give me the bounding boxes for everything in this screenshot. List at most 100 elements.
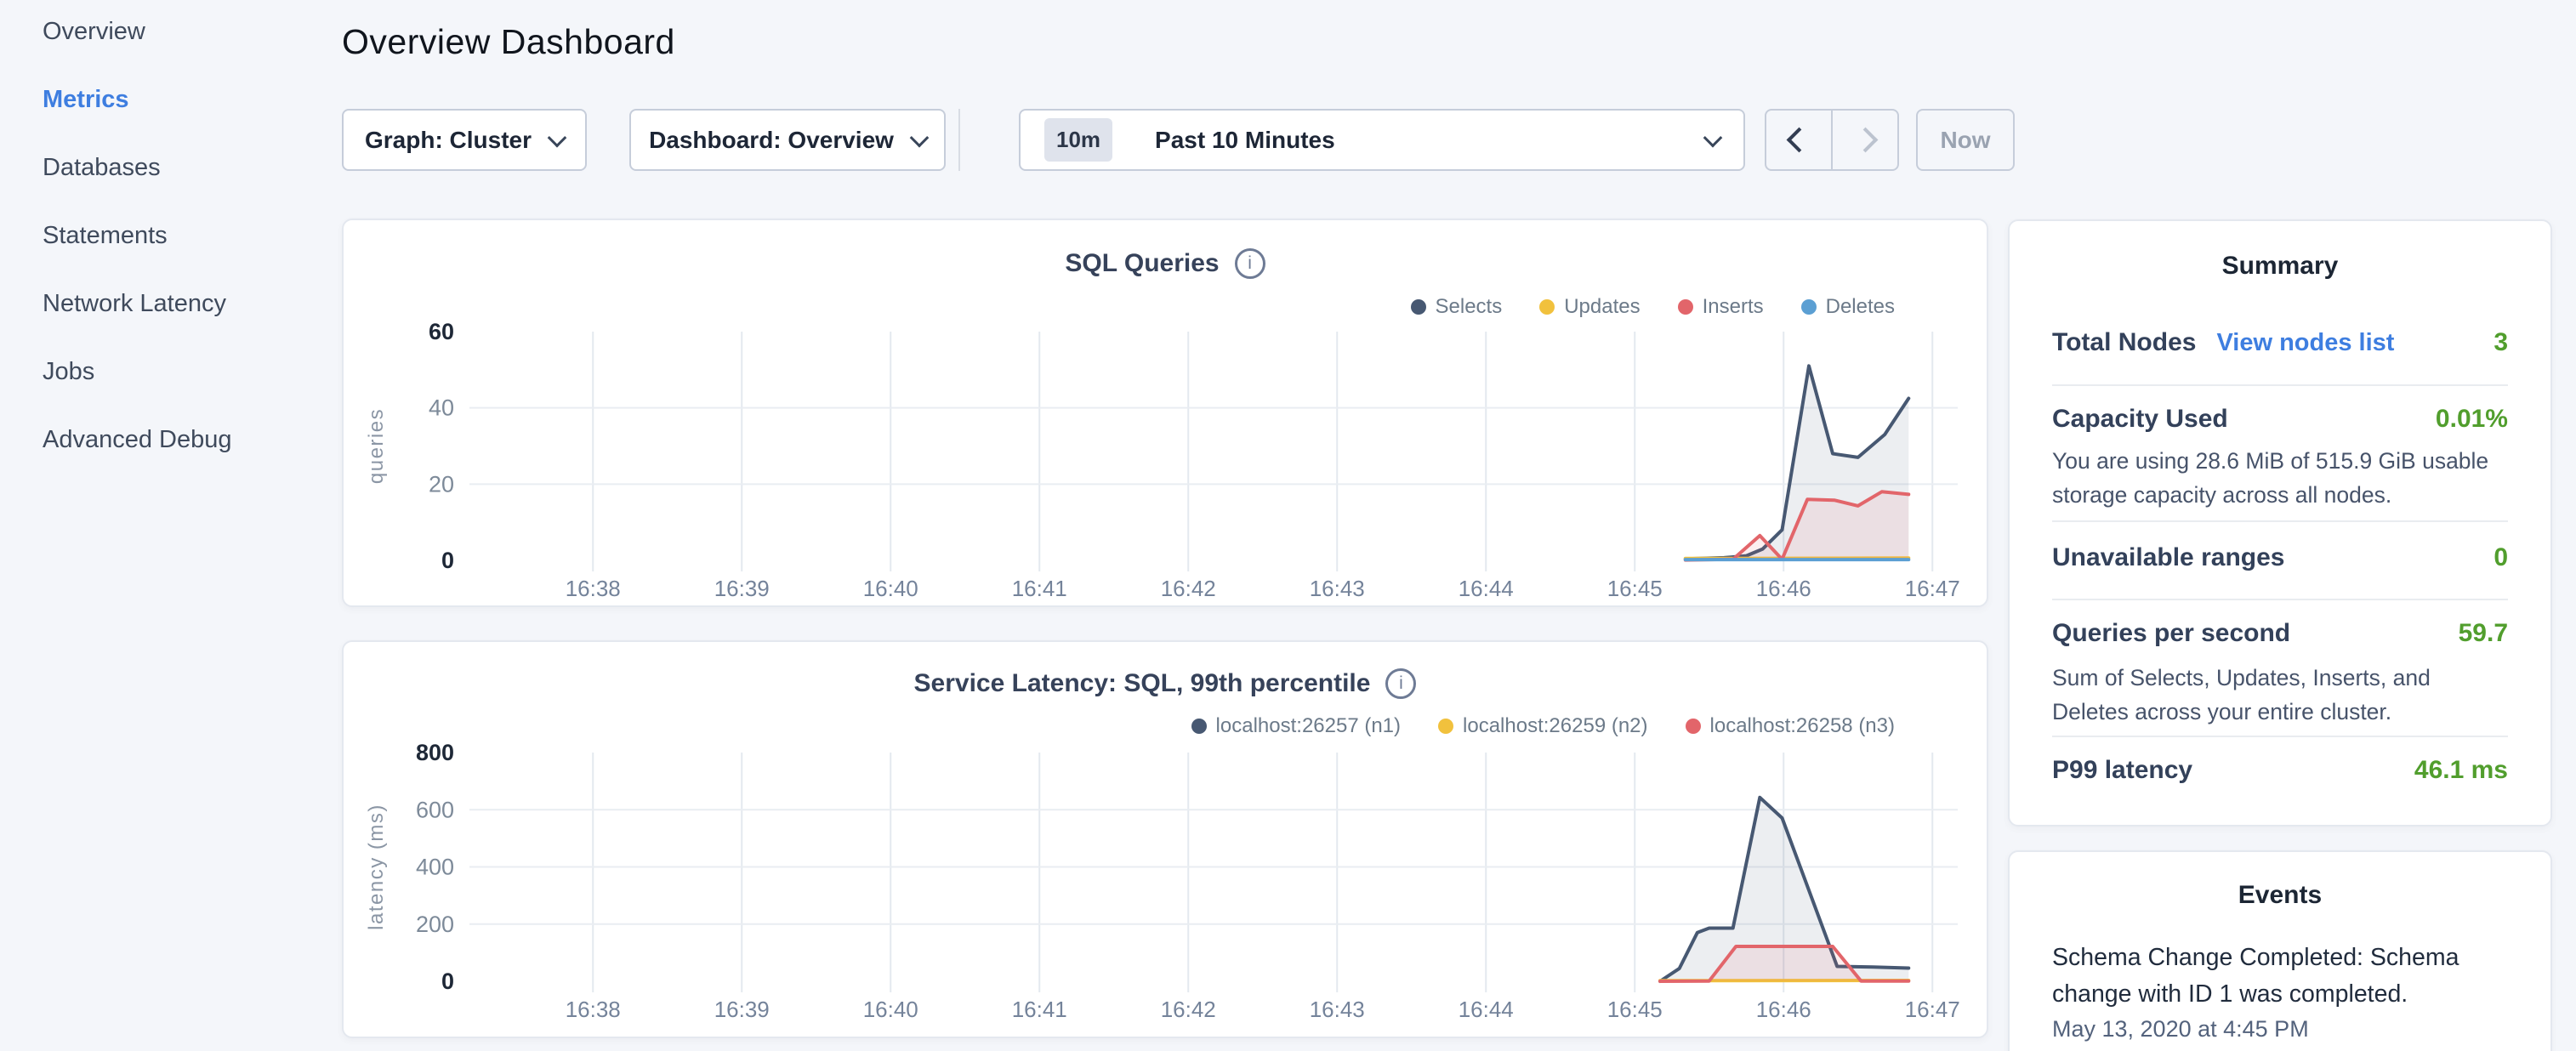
svg-text:16:43: 16:43: [1310, 997, 1365, 1022]
series-dot-icon: [1539, 299, 1555, 315]
time-pager: [1765, 109, 1899, 171]
chevron-down-icon: [910, 128, 930, 147]
sidebar-item-databases[interactable]: Databases: [43, 155, 340, 180]
prev-range-button[interactable]: [1766, 111, 1833, 169]
svg-text:20: 20: [429, 471, 454, 497]
page-title: Overview Dashboard: [342, 22, 675, 62]
summary-value: 0.01%: [2436, 405, 2508, 434]
legend-label: Selects: [1436, 295, 1503, 319]
chart-title: Service Latency: SQL, 99th percentile: [914, 669, 1371, 698]
summary-row-capacity: Capacity Used 0.01%: [2052, 405, 2508, 434]
svg-text:16:45: 16:45: [1607, 576, 1663, 601]
summary-value: 59.7: [2459, 619, 2508, 648]
svg-text:60: 60: [429, 319, 454, 344]
dashboard-dropdown[interactable]: Dashboard: Overview: [629, 109, 946, 171]
legend-label: Updates: [1564, 295, 1640, 319]
svg-text:0: 0: [441, 548, 454, 573]
dashboard-label: Dashboard: Overview: [649, 127, 894, 154]
view-nodes-list-link[interactable]: View nodes list: [2216, 329, 2394, 357]
legend-label: localhost:26259 (n2): [1463, 714, 1647, 738]
summary-label: Capacity Used: [2052, 405, 2228, 434]
svg-text:16:42: 16:42: [1161, 997, 1216, 1022]
summary-row-unavailable-ranges: Unavailable ranges 0: [2052, 543, 2508, 572]
legend-item: Selects: [1411, 295, 1503, 319]
db-console-app: Overview Metrics Databases Statements Ne…: [0, 0, 2576, 1051]
divider: [2052, 520, 2508, 522]
svg-text:16:42: 16:42: [1161, 576, 1216, 601]
svg-text:16:47: 16:47: [1905, 997, 1960, 1022]
svg-text:0: 0: [441, 969, 454, 994]
svg-text:16:45: 16:45: [1607, 997, 1663, 1022]
service-latency-card: 16:3816:3916:4016:4116:4216:4316:4416:45…: [342, 640, 1988, 1038]
summary-panel: Summary Total Nodes View nodes list 3 Ca…: [2008, 219, 2552, 827]
summary-value: 3: [2494, 328, 2508, 357]
legend-item: Updates: [1539, 295, 1640, 319]
svg-text:16:41: 16:41: [1012, 576, 1067, 601]
svg-text:16:43: 16:43: [1310, 576, 1365, 601]
svg-text:queries: queries: [365, 408, 388, 484]
now-button[interactable]: Now: [1916, 109, 2015, 171]
events-panel: Events Schema Change Completed: Schema c…: [2008, 850, 2552, 1051]
series-dot-icon: [1438, 719, 1453, 734]
sidebar-item-overview[interactable]: Overview: [43, 19, 340, 44]
legend-label: localhost:26258 (n3): [1710, 714, 1895, 738]
chart-legend: localhost:26257 (n1) localhost:26259 (n2…: [1191, 714, 1895, 738]
event-timestamp: May 13, 2020 at 4:45 PM: [2052, 1016, 2309, 1042]
svg-text:16:38: 16:38: [566, 997, 621, 1022]
summary-description: Sum of Selects, Updates, Inserts, and De…: [2052, 661, 2511, 729]
summary-label: Queries per second: [2052, 619, 2290, 648]
info-icon[interactable]: i: [1235, 248, 1265, 279]
graph-scope-label: Graph: Cluster: [365, 127, 532, 154]
svg-text:16:46: 16:46: [1756, 576, 1811, 601]
sql-queries-card: 16:3816:3916:4016:4116:4216:4316:4416:45…: [342, 219, 1988, 607]
series-dot-icon: [1678, 299, 1693, 315]
graph-scope-dropdown[interactable]: Graph: Cluster: [342, 109, 587, 171]
legend-item: localhost:26259 (n2): [1438, 714, 1647, 738]
summary-row-total-nodes: Total Nodes View nodes list 3: [2052, 328, 2508, 357]
sidebar-nav: Overview Metrics Databases Statements Ne…: [0, 0, 340, 452]
svg-text:16:47: 16:47: [1905, 576, 1960, 601]
summary-label: Unavailable ranges: [2052, 543, 2284, 572]
chevron-down-icon: [1703, 128, 1723, 147]
svg-text:800: 800: [416, 740, 454, 765]
next-range-button[interactable]: [1833, 111, 1897, 169]
time-range-badge: 10m: [1044, 118, 1112, 162]
summary-title: Summary: [2010, 252, 2550, 281]
summary-label: P99 latency: [2052, 756, 2192, 785]
sidebar-item-metrics[interactable]: Metrics: [43, 87, 340, 112]
svg-text:40: 40: [429, 395, 454, 421]
summary-value: 0: [2494, 543, 2508, 572]
series-dot-icon: [1411, 299, 1426, 315]
legend-item: localhost:26257 (n1): [1191, 714, 1401, 738]
service-latency-chart[interactable]: 16:3816:3916:4016:4116:4216:4316:4416:45…: [344, 642, 1987, 1037]
time-range-dropdown[interactable]: 10m Past 10 Minutes: [1019, 109, 1745, 171]
summary-row-p99: P99 latency 46.1 ms: [2052, 756, 2508, 785]
summary-description: You are using 28.6 MiB of 515.9 GiB usab…: [2052, 444, 2511, 512]
time-range-label: Past 10 Minutes: [1155, 127, 1335, 154]
legend-label: Deletes: [1826, 295, 1895, 319]
svg-text:16:39: 16:39: [714, 997, 770, 1022]
sidebar-item-jobs[interactable]: Jobs: [43, 359, 340, 384]
legend-item: Deletes: [1801, 295, 1895, 319]
divider: [2052, 599, 2508, 600]
svg-text:16:44: 16:44: [1459, 997, 1514, 1022]
event-message: Schema Change Completed: Schema change w…: [2052, 940, 2516, 1013]
summary-label: Total Nodes: [2052, 328, 2196, 357]
svg-text:16:44: 16:44: [1459, 576, 1514, 601]
chevron-right-icon: [1852, 128, 1878, 153]
sidebar-item-network-latency[interactable]: Network Latency: [43, 291, 340, 316]
events-title: Events: [2010, 881, 2550, 910]
sidebar-item-advanced-debug[interactable]: Advanced Debug: [43, 427, 340, 452]
sidebar: Overview Metrics Databases Statements Ne…: [0, 0, 340, 1051]
toolbar-divider: [958, 109, 960, 171]
sidebar-item-statements[interactable]: Statements: [43, 223, 340, 248]
svg-text:16:38: 16:38: [566, 576, 621, 601]
svg-text:200: 200: [416, 912, 454, 937]
chevron-down-icon: [548, 128, 567, 147]
divider: [2052, 736, 2508, 737]
info-icon[interactable]: i: [1385, 668, 1416, 699]
chart-legend: Selects Updates Inserts Deletes: [1411, 295, 1896, 319]
chevron-left-icon: [1786, 128, 1811, 153]
series-dot-icon: [1191, 719, 1207, 734]
series-dot-icon: [1686, 719, 1701, 734]
